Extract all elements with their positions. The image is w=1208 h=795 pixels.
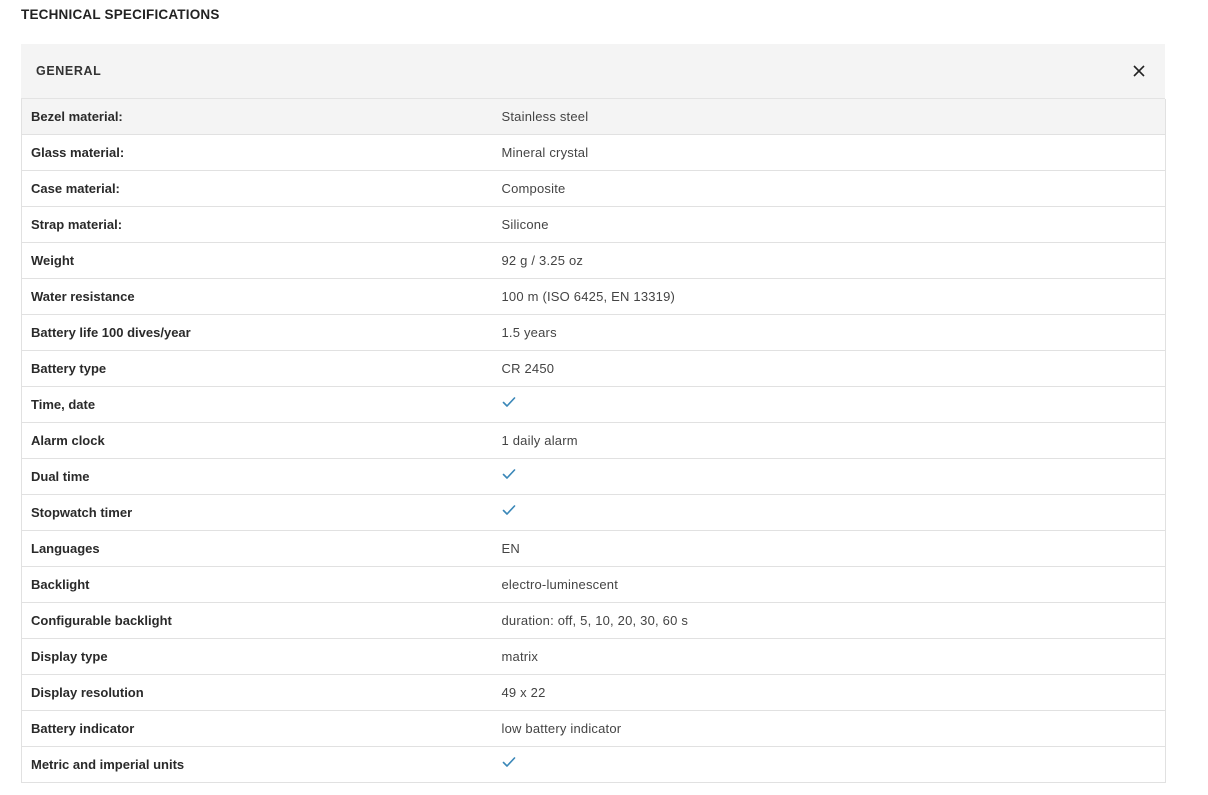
panel-title: GENERAL: [36, 64, 102, 78]
table-row: Metric and imperial units: [21, 746, 1166, 783]
spec-table: Bezel material: Stainless steel Glass mate…: [21, 99, 1166, 783]
spec-label: Backlight: [21, 566, 502, 603]
table-row: Battery life 100 dives/year 1.5 years: [21, 314, 1166, 351]
spec-value: EN: [501, 530, 1166, 567]
spec-label: Glass material:: [21, 134, 502, 171]
spec-label: Stopwatch timer: [21, 494, 502, 531]
general-panel: GENERAL Bezel material: Stainless steel Gl…: [21, 44, 1166, 783]
table-row: Stopwatch timer: [21, 494, 1166, 531]
table-row: Water resistance 100 m (ISO 6425, EN 1331…: [21, 278, 1166, 315]
spec-value-check: [501, 494, 1166, 531]
spec-label: Bezel material:: [21, 99, 502, 135]
spec-value: CR 2450: [501, 350, 1166, 387]
check-icon: [502, 504, 516, 516]
spec-label: Water resistance: [21, 278, 502, 315]
spec-label: Battery indicator: [21, 710, 502, 747]
spec-value-check: [501, 386, 1166, 423]
spec-label: Time, date: [21, 386, 502, 423]
spec-label: Alarm clock: [21, 422, 502, 459]
spec-value: 1.5 years: [501, 314, 1166, 351]
table-row: Alarm clock 1 daily alarm: [21, 422, 1166, 459]
spec-label: Case material:: [21, 170, 502, 207]
spec-value: Composite: [501, 170, 1166, 207]
table-row: Weight 92 g / 3.25 oz: [21, 242, 1166, 279]
spec-value: Stainless steel: [501, 99, 1166, 135]
spec-value: 100 m (ISO 6425, EN 13319): [501, 278, 1166, 315]
spec-value: low battery indicator: [501, 710, 1166, 747]
table-row: Case material: Composite: [21, 170, 1166, 207]
section-title: TECHNICAL SPECIFICATIONS: [21, 7, 220, 22]
close-icon[interactable]: [1129, 61, 1149, 81]
table-row: Dual time: [21, 458, 1166, 495]
spec-label: Metric and imperial units: [21, 746, 502, 783]
table-row: Battery indicator low battery indicator: [21, 710, 1166, 747]
table-row: Battery type CR 2450: [21, 350, 1166, 387]
spec-label: Weight: [21, 242, 502, 279]
spec-label: Display resolution: [21, 674, 502, 711]
general-panel-header[interactable]: GENERAL: [21, 44, 1165, 99]
spec-label: Battery type: [21, 350, 502, 387]
table-row: Backlight electro-luminescent: [21, 566, 1166, 603]
spec-value: Silicone: [501, 206, 1166, 243]
spec-label: Strap material:: [21, 206, 502, 243]
spec-value: Mineral crystal: [501, 134, 1166, 171]
table-row: Languages EN: [21, 530, 1166, 567]
table-row: Time, date: [21, 386, 1166, 423]
spec-value: duration: off, 5, 10, 20, 30, 60 s: [501, 602, 1166, 639]
spec-value: 92 g / 3.25 oz: [501, 242, 1166, 279]
table-row: Bezel material: Stainless steel: [21, 99, 1166, 135]
table-row: Strap material: Silicone: [21, 206, 1166, 243]
spec-label: Configurable backlight: [21, 602, 502, 639]
spec-label: Languages: [21, 530, 502, 567]
check-icon: [502, 756, 516, 768]
spec-value: 49 x 22: [501, 674, 1166, 711]
spec-value-check: [501, 746, 1166, 783]
table-row: Glass material: Mineral crystal: [21, 134, 1166, 171]
table-row: Display type matrix: [21, 638, 1166, 675]
spec-label: Dual time: [21, 458, 502, 495]
table-row: Display resolution 49 x 22: [21, 674, 1166, 711]
check-icon: [502, 468, 516, 480]
check-icon: [502, 396, 516, 408]
spec-label: Battery life 100 dives/year: [21, 314, 502, 351]
spec-value-check: [501, 458, 1166, 495]
spec-page: TECHNICAL SPECIFICATIONS GENERAL Bezel m…: [0, 0, 1208, 795]
spec-value: electro-luminescent: [501, 566, 1166, 603]
spec-label: Display type: [21, 638, 502, 675]
table-row: Configurable backlight duration: off, 5, …: [21, 602, 1166, 639]
spec-value: 1 daily alarm: [501, 422, 1166, 459]
spec-value: matrix: [501, 638, 1166, 675]
